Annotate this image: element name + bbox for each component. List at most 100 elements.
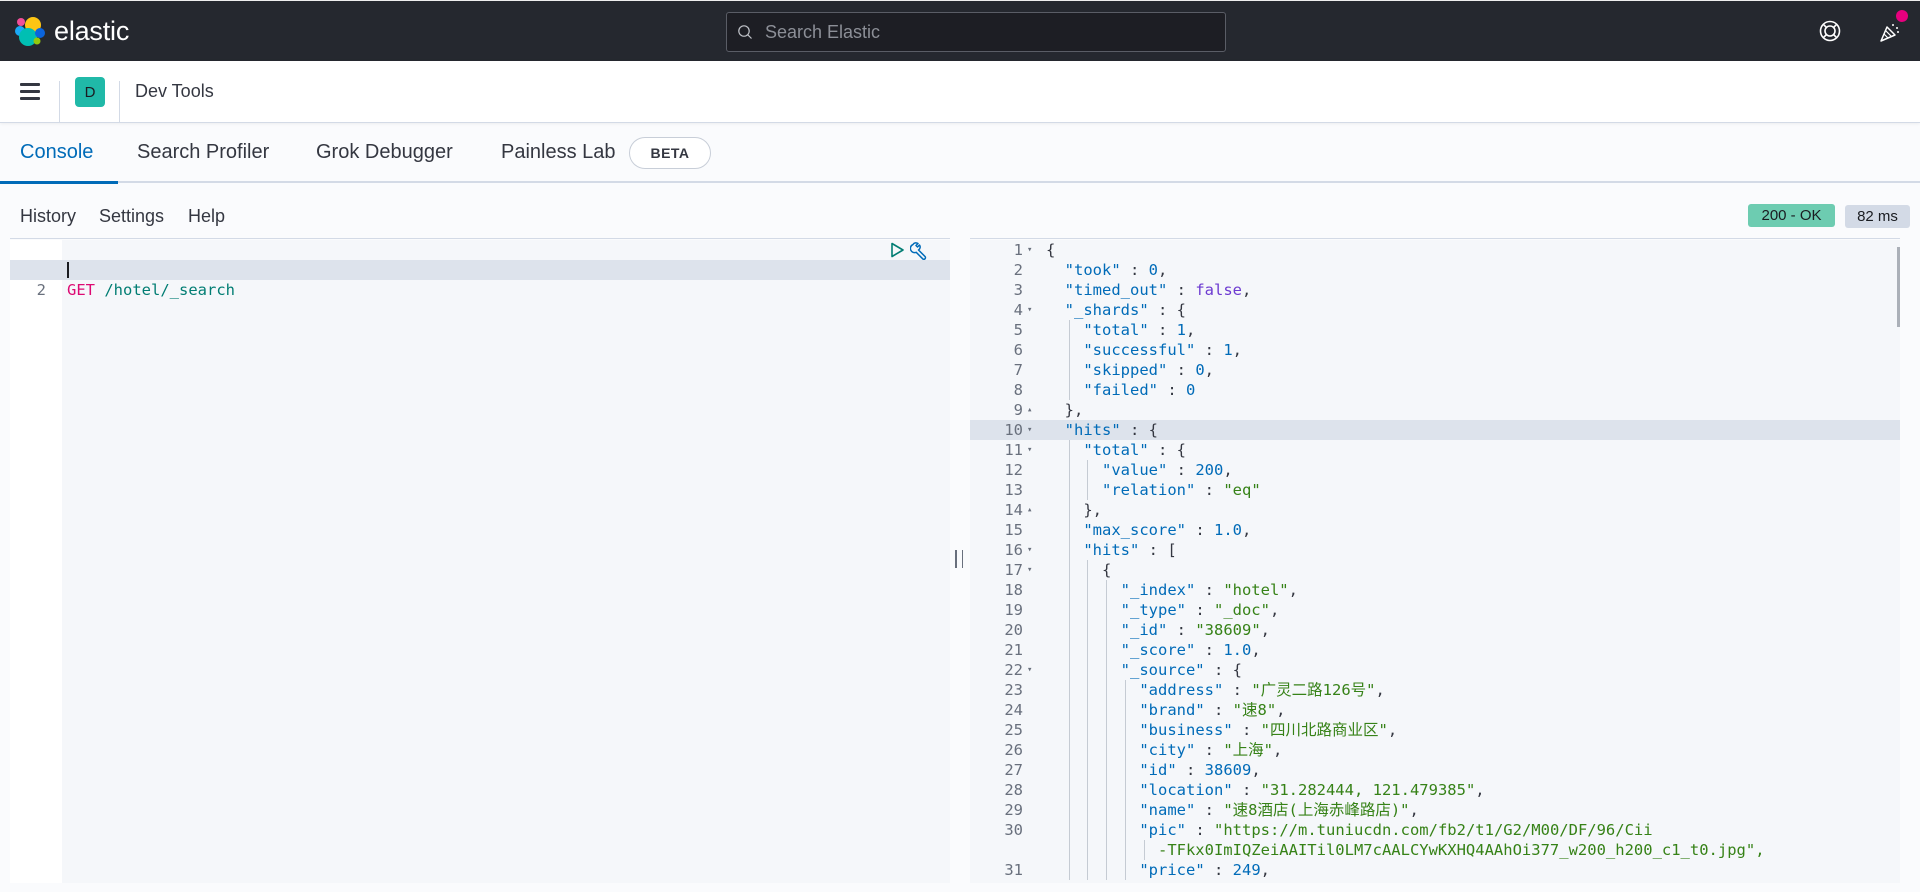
indent-guide [1068,860,1070,880]
tab-console[interactable]: Console [20,141,93,164]
fold-arrow-icon[interactable]: ▾ [1027,240,1032,260]
response-line[interactable]: 17 ▾ { [970,560,1900,580]
fold-arrow-icon[interactable]: ▾ [1027,660,1032,680]
search-input[interactable] [765,21,1205,43]
indent-guide [1124,720,1126,740]
response-line[interactable]: 27 "id" : 38609, [970,760,1900,780]
response-line[interactable]: 3 "timed_out" : false, [970,280,1900,300]
indent-guide [1087,600,1089,620]
response-line[interactable]: 13 "relation" : "eq" [970,480,1900,500]
app-avatar[interactable]: D [75,77,105,107]
response-line[interactable]: 20 "_id" : "38609", [970,620,1900,640]
divider [59,81,60,123]
response-line[interactable]: 2 "took" : 0, [970,260,1900,280]
indent-guide [1068,580,1070,600]
indent-guide [1087,480,1089,500]
response-line[interactable]: 21 "_score" : 1.0, [970,640,1900,660]
request-editor[interactable]: 1 GET /hotel/_search 2 [10,240,950,883]
response-code: "location" : "31.282444, 121.479385", [1139,781,1485,799]
line-number: 15 [1004,521,1023,539]
indent-guide [1106,660,1108,680]
line-number: 9 [1013,401,1023,419]
indent-guide [1068,760,1070,780]
help-button[interactable]: Help [188,206,225,227]
resize-handle[interactable] [955,550,963,568]
response-line[interactable]: 16 ▾ "hits" : [ [970,540,1900,560]
response-code: "skipped" : 0, [1083,361,1215,379]
fold-arrow-icon[interactable]: ▾ [1027,440,1032,460]
response-line[interactable]: 7 "skipped" : 0, [970,360,1900,380]
response-line[interactable]: 29 "name" : "速8酒店(上海赤峰路店)", [970,800,1900,820]
response-line[interactable]: 12 "value" : 200, [970,460,1900,480]
tab-grok-debugger[interactable]: Grok Debugger [316,141,453,164]
indent-guide [1068,320,1070,340]
line-number: 12 [1004,461,1023,479]
play-icon[interactable] [888,241,906,259]
response-line[interactable]: 18 "_index" : "hotel", [970,580,1900,600]
global-search[interactable] [726,12,1226,52]
response-line[interactable]: 11 ▾ "total" : { [970,440,1900,460]
response-line[interactable]: 30 "pic" : "https://m.tuniucdn.com/fb2/t… [970,820,1900,840]
response-line[interactable]: 19 "_type" : "_doc", [970,600,1900,620]
indent-guide [1106,780,1108,800]
response-code: { [1046,561,1112,579]
response-line[interactable]: 28 "location" : "31.282444, 121.479385", [970,780,1900,800]
divider [10,238,950,239]
response-code: "hits" : [ [1083,541,1177,559]
response-line[interactable]: 23 "address" : "广灵二路126号", [970,680,1900,700]
menu-toggle-icon[interactable] [20,83,40,100]
response-line[interactable]: 25 "business" : "四川北路商业区", [970,720,1900,740]
response-line[interactable]: 5 "total" : 1, [970,320,1900,340]
newsfeed-icon[interactable] [1877,19,1903,45]
breadcrumb-dev-tools: Dev Tools [135,81,214,101]
elastic-logo[interactable]: elastic [14,15,129,47]
indent-guide [1106,860,1108,880]
fold-arrow-icon[interactable]: ▾ [1027,300,1032,320]
beta-badge: BETA [629,137,711,169]
unfold-arrow-icon[interactable]: ▴ [1027,400,1032,420]
indent-guide [1068,620,1070,640]
response-line[interactable]: 31 "price" : 249, [970,860,1900,880]
tab-search-profiler[interactable]: Search Profiler [137,141,269,164]
line-number: 8 [1013,381,1023,399]
response-viewer[interactable]: 1 ▾{2 "took" : 0, 3 "timed_out" : false, 4 ▾… [970,240,1900,883]
response-line[interactable]: 26 "city" : "上海", [970,740,1900,760]
indent-guide [1068,360,1070,380]
response-line[interactable]: 9 ▴ }, [970,400,1900,420]
history-button[interactable]: History [20,206,76,227]
indent-guide [1087,560,1089,580]
indent-guide [1087,860,1089,880]
response-line[interactable]: 8 "failed" : 0 [970,380,1900,400]
indent-guide [1068,700,1070,720]
indent-guide [1087,720,1089,740]
response-line[interactable]: 14 ▴ }, [970,500,1900,520]
response-line[interactable]: 22 ▾ "_source" : { [970,660,1900,680]
response-line[interactable]: 6 "successful" : 1, [970,340,1900,360]
console-toolbar: History Settings Help 200 - OK 82 ms [0,183,1920,238]
response-line[interactable]: 1 ▾ { [970,240,1900,260]
response-line[interactable]: 24 "brand" : "速8", [970,700,1900,720]
response-line[interactable]: 10 ▾ "hits" : { [970,420,1900,440]
response-line[interactable]: 15 "max_score" : 1.0, [970,520,1900,540]
response-code: "took" : 0, [1064,261,1168,279]
settings-button[interactable]: Settings [99,206,164,227]
indent-guide [1124,860,1126,880]
indent-guide [1087,640,1089,660]
response-code: "_source" : { [1120,661,1242,679]
tab-painless-lab[interactable]: Painless Lab [501,141,616,164]
editor-line-active[interactable]: 2 [10,260,950,299]
request-path: /hotel/_search [104,281,235,299]
fold-arrow-icon[interactable]: ▾ [1027,560,1032,580]
editor-line[interactable]: 1 GET /hotel/_search [10,240,950,299]
indent-guide [1124,680,1126,700]
response-line[interactable]: 4 ▾ "_shards" : { [970,300,1900,320]
help-icon[interactable] [1818,19,1842,43]
wrench-icon[interactable] [910,240,930,260]
response-code: "city" : "上海", [1139,741,1283,759]
fold-arrow-icon[interactable]: ▾ [1027,540,1032,560]
indent-guide [1087,740,1089,760]
request-time-badge: 82 ms [1845,205,1910,228]
fold-arrow-icon[interactable]: ▾ [1027,420,1032,440]
response-line[interactable]: -TFkx0ImIQZeiAAITil0LM7cAALCYwKXHQ4AAhOi… [970,840,1900,860]
unfold-arrow-icon[interactable]: ▴ [1027,500,1032,520]
